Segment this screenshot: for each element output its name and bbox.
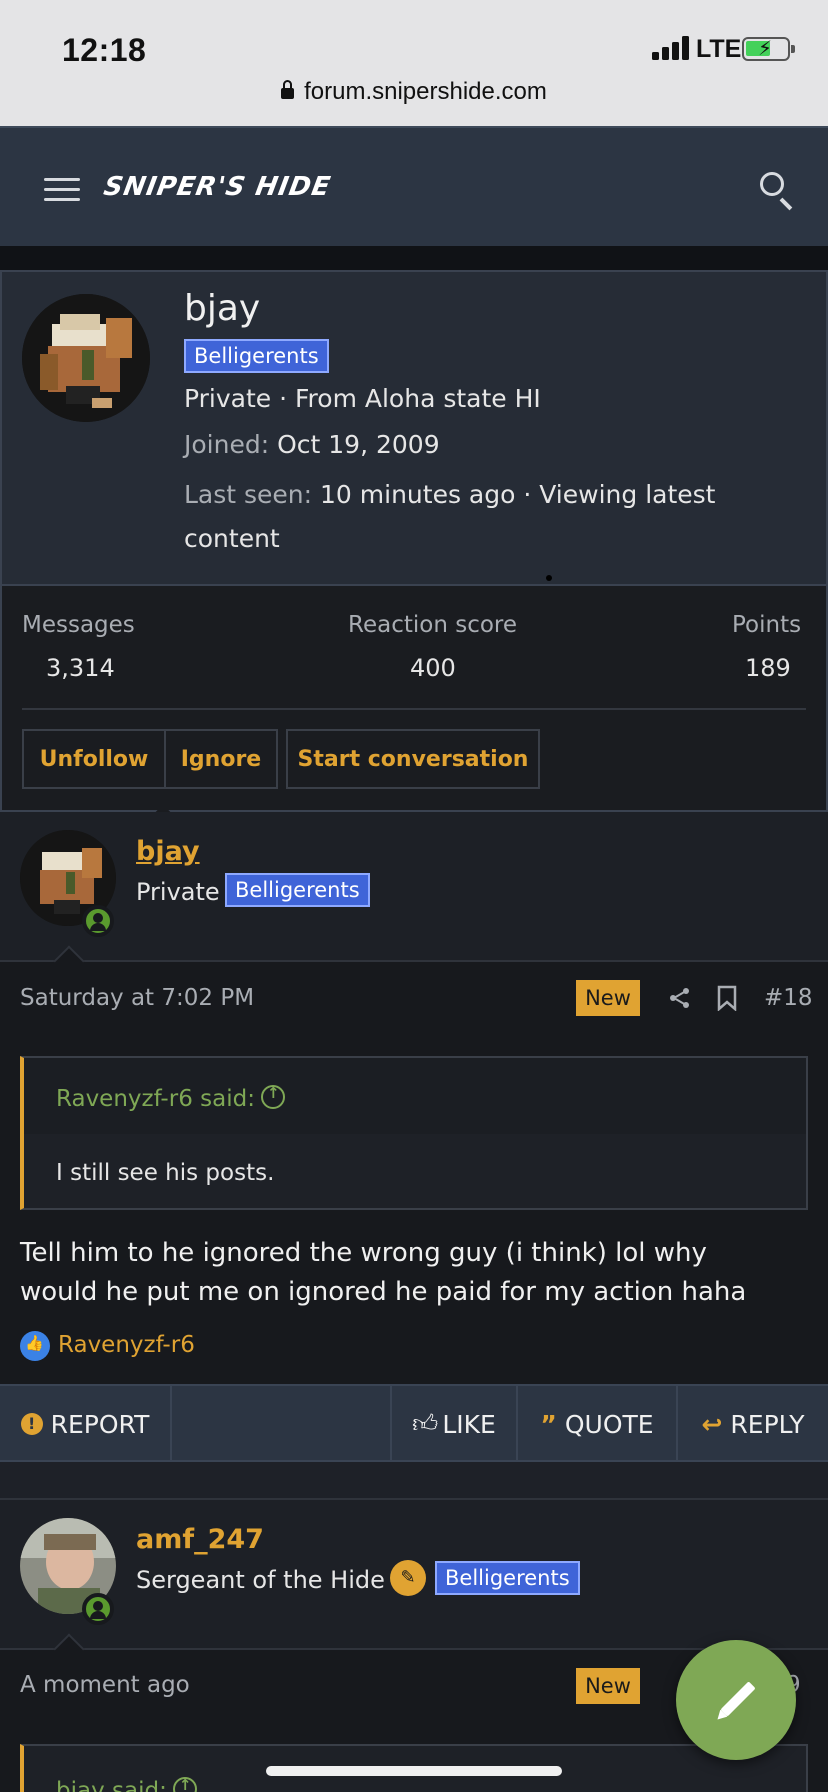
post-number[interactable]: #18 <box>764 985 813 1011</box>
reactions-list[interactable]: Ravenyzf-r6 <box>58 1332 195 1358</box>
reply-icon: ↩ <box>701 1409 723 1439</box>
points-value[interactable]: 189 <box>745 654 791 682</box>
new-post-fab[interactable] <box>676 1640 796 1760</box>
menu-icon[interactable] <box>44 176 80 202</box>
start-conversation-button[interactable]: Start conversation <box>286 729 540 789</box>
points-label: Points <box>732 612 802 638</box>
ignore-button[interactable]: Ignore <box>164 729 278 789</box>
post-date[interactable]: A moment ago <box>20 1672 190 1698</box>
last-seen-value: 10 minutes ago · Viewing latest <box>320 480 716 509</box>
user-banner: Belligerents <box>435 1561 580 1595</box>
joined-label: Joined: <box>184 430 270 459</box>
post-action-bar: ! REPORT 👍︎ LIKE ” QUOTE ↩ REPLY <box>0 1384 828 1462</box>
header-shadow <box>0 246 828 272</box>
ios-status-area: 12:18 LTE ⚡ forum.snipershide.com <box>0 0 828 126</box>
address-bar[interactable]: forum.snipershide.com <box>0 78 828 106</box>
like-label: LIKE <box>442 1409 496 1439</box>
staff-pencil-icon: ✎ <box>390 1560 426 1596</box>
post-username[interactable]: bjay <box>136 836 200 867</box>
go-to-quote-icon[interactable] <box>260 1084 285 1109</box>
quote-author-text: Ravenyzf-r6 said: <box>56 1086 255 1112</box>
user-title: Private <box>136 878 220 906</box>
avatar-large[interactable] <box>22 294 150 422</box>
share-icon[interactable] <box>668 986 692 1010</box>
last-seen-label: Last seen: <box>184 480 313 509</box>
dot <box>546 575 552 581</box>
post-body: Tell him to he ignored the wrong guy (i … <box>20 1234 810 1312</box>
report-button[interactable]: ! REPORT <box>0 1386 172 1462</box>
user-title: Sergeant of the Hide <box>136 1566 385 1594</box>
reaction-score-value[interactable]: 400 <box>410 654 456 682</box>
post-body-line: Tell him to he ignored the wrong guy (i … <box>20 1238 707 1268</box>
lock-icon <box>281 80 295 99</box>
quote-text: I still see his posts. <box>56 1160 275 1186</box>
battery-icon: ⚡ <box>742 36 795 61</box>
new-badge: New <box>576 980 640 1016</box>
unfollow-button[interactable]: Unfollow <box>22 729 166 789</box>
stats-divider <box>22 708 806 710</box>
post-separator <box>0 1462 828 1498</box>
quote-label: QUOTE <box>564 1409 654 1439</box>
go-to-quote-icon[interactable] <box>172 1776 197 1792</box>
quote-author[interactable]: Ravenyzf-r6 said: <box>56 1082 285 1112</box>
reply-label: REPLY <box>730 1409 805 1439</box>
profile-username[interactable]: bjay <box>184 288 260 329</box>
reaction-score-label: Reaction score <box>348 612 518 638</box>
post-username[interactable]: amf_247 <box>136 1524 264 1555</box>
post-divider <box>0 960 828 962</box>
post-18-user-bar <box>0 812 828 962</box>
post-body-line: would he put me on ignored he paid for m… <box>20 1277 747 1307</box>
url-text: forum.snipershide.com <box>304 78 547 105</box>
quote-icon: ” <box>540 1409 557 1439</box>
user-banner: Belligerents <box>184 339 329 373</box>
last-seen-continued: content <box>184 524 280 553</box>
online-status-icon <box>82 1593 114 1625</box>
status-time: 12:18 <box>62 32 147 68</box>
site-header: SNIPER'S HIDE <box>0 126 828 246</box>
like-button[interactable]: 👍︎ LIKE <box>392 1386 518 1462</box>
joined-value: Oct 19, 2009 <box>277 430 440 459</box>
search-icon[interactable] <box>758 170 796 211</box>
quote-block: Ravenyzf-r6 said: I still see his posts. <box>20 1056 808 1210</box>
new-badge: New <box>576 1668 640 1704</box>
quote-author[interactable]: bjay said: <box>56 1774 197 1792</box>
profile-last-seen: Last seen: 10 minutes ago · Viewing late… <box>184 480 715 509</box>
warning-icon: ! <box>20 1413 43 1435</box>
report-label: REPORT <box>50 1409 150 1439</box>
bookmark-icon[interactable] <box>716 985 738 1011</box>
action-spacer <box>172 1386 392 1462</box>
thumbs-up-icon: 👍︎ <box>412 1409 439 1438</box>
site-logo[interactable]: SNIPER'S HIDE <box>101 172 333 202</box>
online-status-icon <box>82 905 114 937</box>
user-banner: Belligerents <box>225 873 370 907</box>
network-type: LTE <box>696 35 742 63</box>
signal-icon <box>652 36 690 60</box>
profile-joined: Joined: Oct 19, 2009 <box>184 430 440 459</box>
quote-author-text: bjay said: <box>56 1778 167 1792</box>
reply-button[interactable]: ↩ REPLY <box>678 1386 828 1462</box>
messages-label: Messages <box>22 612 135 638</box>
post-date[interactable]: Saturday at 7:02 PM <box>20 985 254 1011</box>
home-indicator[interactable] <box>266 1766 562 1776</box>
like-reaction-icon <box>20 1331 50 1361</box>
quote-button[interactable]: ” QUOTE <box>518 1386 678 1462</box>
pencil-icon <box>720 1681 756 1717</box>
messages-value[interactable]: 3,314 <box>46 654 115 682</box>
profile-title-location: Private · From Aloha state HI <box>184 384 541 413</box>
